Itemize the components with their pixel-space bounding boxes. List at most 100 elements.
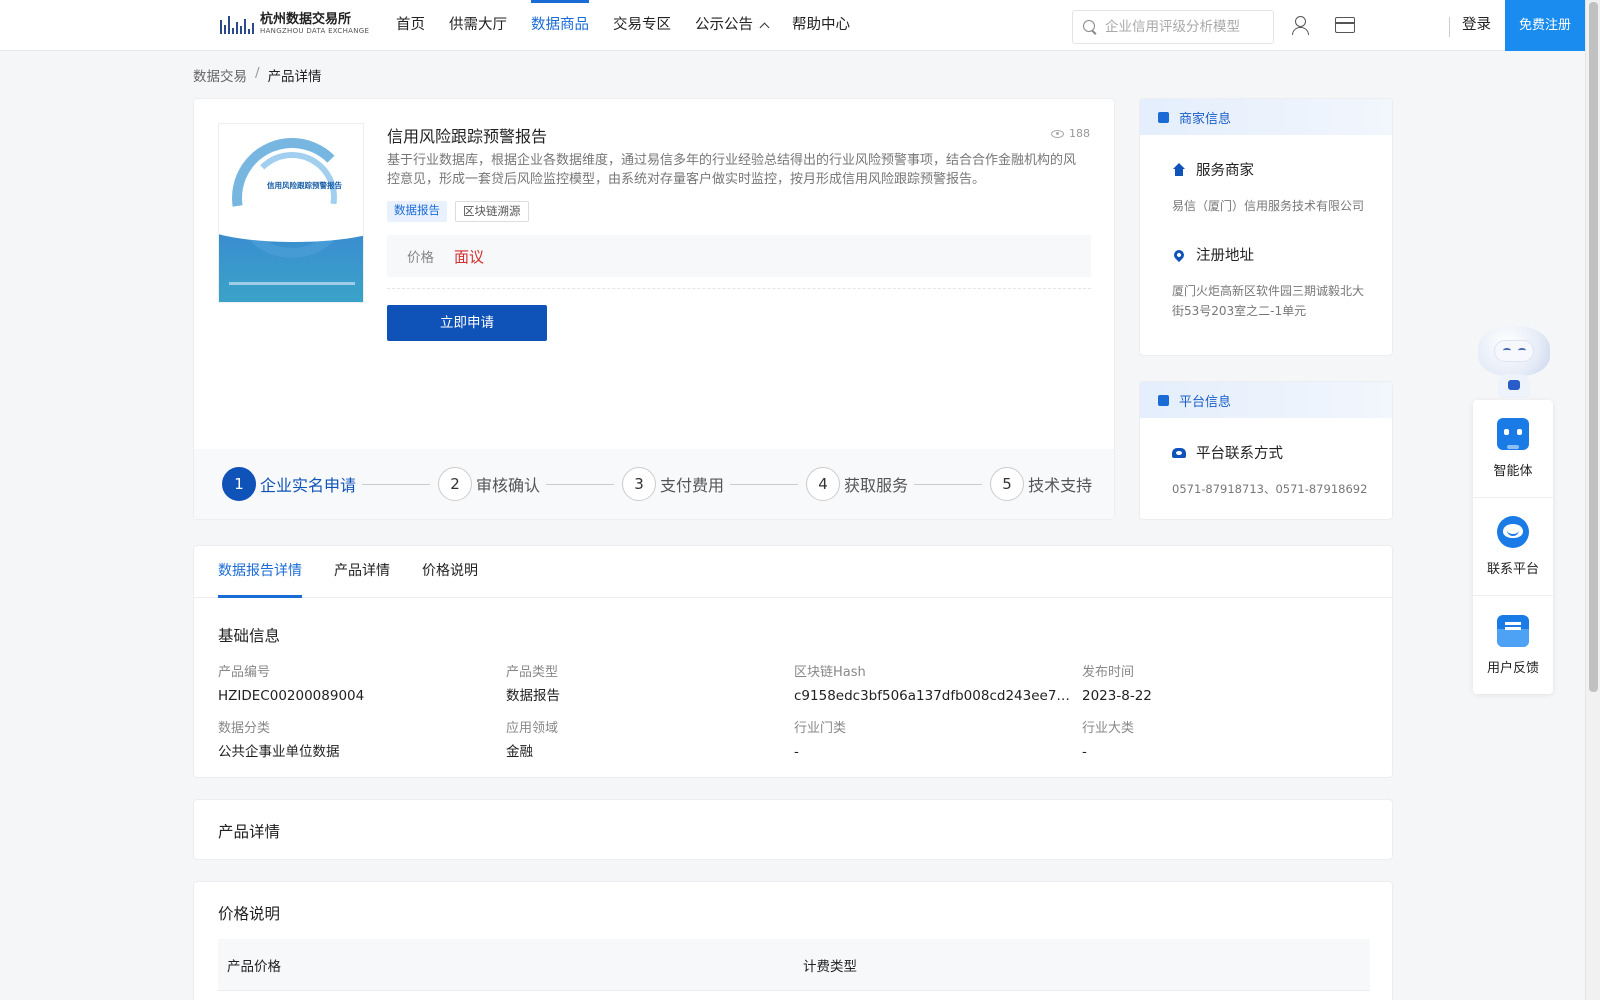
service-merchant: 服务商家 易信（厦门）信用服务技术有限公司: [1140, 159, 1392, 216]
info-value: 2023-8-22: [1082, 688, 1152, 704]
top-header: 杭州数据交易所 HANGZHOU DATA EXCHANGE 首页 供需大厅 数…: [0, 0, 1585, 51]
nav-supply-demand[interactable]: 供需大厅: [449, 0, 507, 50]
column-header: 产品价格: [227, 958, 281, 975]
tab-product-detail[interactable]: 产品详情: [334, 546, 390, 597]
nav-data-products[interactable]: 数据商品: [531, 0, 589, 50]
main-nav: 首页 供需大厅 数据商品 交易专区 公示公告 帮助中心: [396, 0, 874, 50]
breadcrumb-root[interactable]: 数据交易: [193, 65, 247, 85]
info-field: 发布时间 2023-8-22: [1082, 664, 1370, 706]
breadcrumb-separator: /: [255, 65, 260, 81]
page-scrollbar[interactable]: [1585, 0, 1600, 1000]
info-value: HZIDEC00200089004: [218, 688, 365, 704]
info-field: 产品类型 数据报告: [506, 664, 794, 706]
calendar-icon: [1158, 111, 1169, 123]
price-section-title: 价格说明: [218, 905, 281, 923]
product-card: 信用风险跟踪预警报告 信用风险跟踪预警报告 188 基于行业数据库，根据企业各数…: [193, 98, 1115, 520]
registered-address: 注册地址 厦门火炬高新区软件园三期诚毅北大街53号203室之二-1单元: [1140, 244, 1392, 321]
step-4: 4 获取服务: [806, 467, 908, 501]
info-value: 金融: [506, 744, 533, 760]
monitor-icon: [1158, 394, 1169, 406]
info-label: 应用领域: [506, 721, 559, 736]
robot-icon: [1497, 418, 1529, 450]
platform-contact: 平台联系方式 0571-87918713、0571-87918692: [1140, 442, 1392, 499]
header-divider: [1449, 17, 1450, 37]
step-label: 获取服务: [844, 476, 909, 495]
widget-agent[interactable]: 智能体: [1473, 400, 1553, 498]
assistant-robot-icon[interactable]: [1474, 326, 1554, 400]
info-field: 行业门类 -: [794, 720, 1082, 762]
info-field: 区块链Hash c9158edc3bf506a137dfb008cd243ee76…: [794, 664, 1082, 706]
site-logo[interactable]: 杭州数据交易所 HANGZHOU DATA EXCHANGE: [220, 12, 369, 36]
nav-announcements-label: 公示公告: [695, 17, 753, 33]
tab-report-detail[interactable]: 数据报告详情: [218, 546, 302, 598]
login-link[interactable]: 登录: [1462, 0, 1491, 51]
widget-contact-label: 联系平台: [1486, 562, 1539, 577]
detail-card: 数据报告详情 产品详情 价格说明 基础信息 产品编号 HZIDEC00200089…: [193, 545, 1393, 778]
info-field: 产品编号 HZIDEC00200089004: [218, 664, 506, 706]
price-value: 面议: [454, 247, 485, 266]
step-label: 企业实名申请: [260, 476, 357, 495]
step-1: 1 企业实名申请: [222, 467, 356, 501]
logo-bars-icon: [220, 12, 256, 36]
step-connector: [362, 483, 431, 485]
basic-info-grid: 产品编号 HZIDEC00200089004 产品类型 数据报告 区块链Hash c9…: [218, 664, 1368, 762]
service-merchant-value: 易信（厦门）信用服务技术有限公司: [1172, 199, 1365, 213]
widget-contact[interactable]: 联系平台: [1473, 498, 1553, 596]
product-description: 基于行业数据库，根据企业各数据维度，通过易信多年的行业经验总结得出的行业风险预警…: [387, 153, 1077, 187]
store-icon[interactable]: [1335, 17, 1355, 33]
info-label: 发布时间: [1082, 665, 1135, 680]
widget-feedback[interactable]: 用户反馈: [1473, 596, 1553, 694]
search-input[interactable]: [1105, 19, 1265, 35]
platform-panel-header: 平台信息: [1140, 382, 1392, 418]
mail-icon: [1497, 614, 1529, 647]
info-value: c9158edc3bf506a137dfb008cd243ee760b...: [794, 688, 1072, 704]
registered-address-value: 厦门火炬高新区软件园三期诚毅北大街53号203室之二-1单元: [1172, 284, 1365, 318]
step-connector: [914, 483, 983, 485]
step-label: 审核确认: [476, 476, 541, 495]
apply-button[interactable]: 立即申请: [387, 305, 547, 341]
service-merchant-label: 服务商家: [1196, 163, 1254, 179]
registered-address-label: 注册地址: [1196, 248, 1254, 264]
step-5: 5 技术支持: [990, 467, 1092, 501]
basic-info-title: 基础信息: [218, 627, 281, 645]
price-table-header: 产品价格 计费类型: [218, 939, 1370, 991]
tag-blockchain: 区块链溯源: [455, 201, 529, 222]
nav-help[interactable]: 帮助中心: [792, 0, 850, 50]
process-steps: 1 企业实名申请 2 审核确认 3 支付费用 4 获取服务 5 技术支持: [194, 449, 1114, 519]
search-icon[interactable]: [1083, 20, 1097, 34]
widget-agent-label: 智能体: [1493, 464, 1533, 479]
info-value: 数据报告: [506, 688, 560, 704]
platform-contact-label: 平台联系方式: [1196, 446, 1283, 462]
info-label: 区块链Hash: [794, 665, 866, 680]
price-box: 价格 面议: [387, 235, 1091, 277]
product-title: 信用风险跟踪预警报告: [387, 127, 548, 146]
phone-icon: [1172, 447, 1186, 458]
merchant-panel-header: 商家信息: [1140, 99, 1392, 135]
scrollbar-thumb[interactable]: [1589, 2, 1598, 692]
floating-widget-panel: 智能体 联系平台 用户反馈: [1473, 400, 1553, 694]
cover-title: 信用风险跟踪预警报告: [267, 181, 342, 190]
step-number: 1: [222, 467, 256, 501]
info-value: -: [1082, 744, 1087, 760]
user-icon[interactable]: [1290, 15, 1310, 35]
step-connector: [730, 483, 799, 485]
search-box[interactable]: [1072, 10, 1274, 44]
logo-name-en: HANGZHOU DATA EXCHANGE: [260, 27, 370, 35]
info-label: 行业门类: [794, 721, 847, 736]
chevron-up-icon: [759, 22, 770, 32]
product-tags: 数据报告 区块链溯源: [387, 201, 529, 222]
nav-home[interactable]: 首页: [396, 0, 425, 50]
location-pin-icon: [1171, 247, 1187, 262]
widget-feedback-label: 用户反馈: [1486, 660, 1539, 676]
merchant-panel-title: 商家信息: [1179, 111, 1232, 127]
info-field: 应用领域 金融: [506, 720, 794, 762]
step-connector: [546, 483, 615, 485]
divider: [387, 288, 1091, 289]
tab-price-info[interactable]: 价格说明: [422, 546, 478, 597]
nav-trade-zone[interactable]: 交易专区: [613, 0, 671, 50]
view-count: 188: [1051, 127, 1090, 140]
logo-name: 杭州数据交易所: [260, 12, 352, 27]
register-button[interactable]: 免费注册: [1505, 0, 1585, 51]
nav-announcements[interactable]: 公示公告: [695, 0, 770, 50]
info-label: 行业大类: [1082, 721, 1135, 736]
